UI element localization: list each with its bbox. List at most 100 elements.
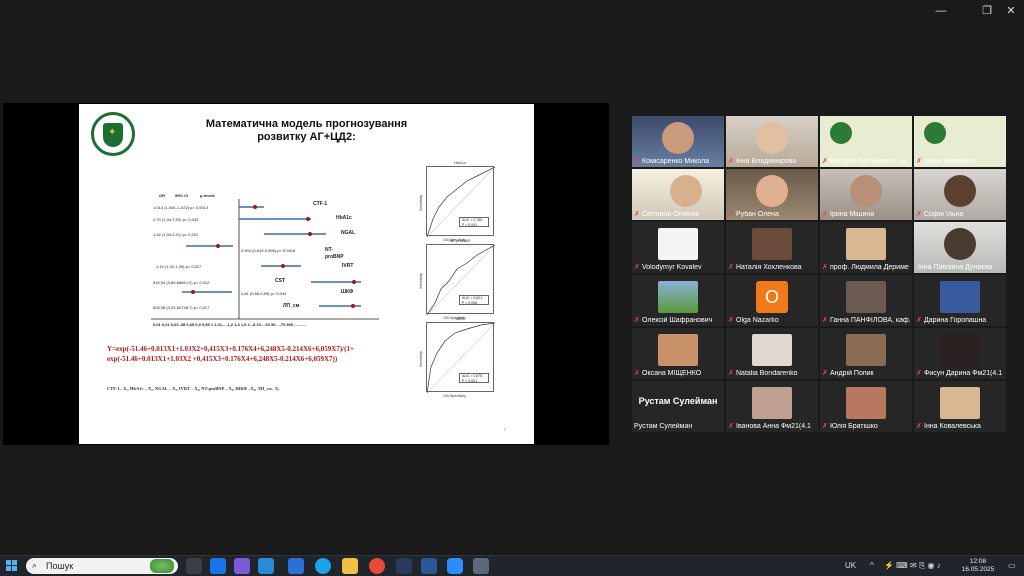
mic-muted-icon: ✗ <box>728 370 734 377</box>
mic-muted-icon: ✗ <box>634 211 640 218</box>
participant-tile[interactable]: ✗ Ганна ПАНФІЛОВА, каф. <box>820 275 912 326</box>
language-indicator[interactable]: UK <box>845 561 856 570</box>
forest-stat: 628,38 (3,02-60748,7) p= 0,017 <box>153 305 210 310</box>
participant-name: Софія Ільна <box>924 211 964 218</box>
mic-muted-icon: ✗ <box>728 211 734 218</box>
mic-muted-icon: ✗ <box>822 211 828 218</box>
participant-tile[interactable]: ✗ Комісаренко Микола <box>632 116 724 167</box>
chrome-icon[interactable] <box>369 558 385 574</box>
mic-muted-icon: ✗ <box>634 264 640 271</box>
mic-muted-icon: ✗ <box>728 423 734 430</box>
word-icon[interactable] <box>421 558 437 574</box>
mic-muted-icon: ✗ <box>728 264 734 271</box>
forest-label: NT-proBNP <box>325 247 344 260</box>
participant-tile[interactable]: ✗ Юлія Братішко <box>820 381 912 432</box>
participant-name: Іванова Анна Фм21(4.1 <box>736 423 811 430</box>
mic-muted-icon: ✗ <box>634 317 640 324</box>
mic-muted-icon: ✗ <box>916 211 922 218</box>
participant-name: Інна Ковалевська <box>924 423 981 430</box>
forest-stat: 0,81 (0,66-0,99) p= 0,043 <box>241 291 287 296</box>
mic-muted-icon: ✗ <box>728 158 734 165</box>
participant-tile[interactable]: ✗ Оксана МІЩЕНКО <box>632 328 724 379</box>
mic-muted-icon: ✗ <box>822 317 828 324</box>
participant-tile[interactable]: ✗ Рубан Олена <box>726 169 818 220</box>
participant-tile[interactable]: ✗ проф. Людмила Дериме <box>820 222 912 273</box>
zoom-icon[interactable] <box>447 558 463 574</box>
mic-muted-icon: ✗ <box>822 370 828 377</box>
participant-name: Ірина Мішина <box>830 211 875 218</box>
forest-label: CTF-1 <box>313 201 328 207</box>
outlook-icon[interactable] <box>210 558 226 574</box>
participant-tile[interactable]: ✗ Інна Ковалевська <box>914 381 1006 432</box>
participant-tile[interactable]: ✗ Світлана Олійник <box>632 169 724 220</box>
participant-tile[interactable]: ✗ Фисун Дарина Фм21(4.1 <box>914 328 1006 379</box>
participant-tile[interactable]: ✗ Олексій Шафранович <box>632 275 724 326</box>
participant-tile[interactable]: ✗ Вікторія Кисличенко, ка <box>820 116 912 167</box>
participant-tile[interactable]: Рустам Сулейман Рустам Сулейман <box>632 381 724 432</box>
notification-icon[interactable]: ▭ <box>1008 561 1016 570</box>
mic-muted-icon: ✗ <box>822 423 828 430</box>
mic-muted-icon: ✗ <box>916 158 922 165</box>
participant-tile[interactable]: ✗ Ірина Мішина <box>820 169 912 220</box>
zoom-meeting-window: — ❐ ✕ ✦ Математична модель прогнозування… <box>0 0 1024 576</box>
forest-stat: 0,904 (0,819-0,996) p= 0,0418 <box>241 248 296 253</box>
mic-muted-icon: ✗ <box>822 158 828 165</box>
participant-name: Olga Nazarko <box>736 317 779 324</box>
tray-icons[interactable]: ⚡ ⌨ ✉ ⎘ ◉ ♪ <box>884 561 941 571</box>
minimize-icon[interactable]: — <box>930 4 952 18</box>
participant-name: Світлана Олійник <box>642 211 699 218</box>
page-number: 7 <box>503 427 506 432</box>
forest-stat: 1,52 (1,04-2,21) p= 0,031 <box>153 232 199 237</box>
participant-tile[interactable]: ✗ Наталія Хохленкова <box>726 222 818 273</box>
mail-icon[interactable] <box>288 558 304 574</box>
participant-name: Вікторія Кисличенко, ка <box>830 158 907 165</box>
copilot-icon[interactable] <box>234 558 250 574</box>
mic-muted-icon: ✗ <box>634 370 640 377</box>
regression-formula: Y=exp(-51.46+0.013X1+1.03X2+0,415X3+0.17… <box>107 345 354 363</box>
roc-title: NT-proBNP <box>449 238 471 243</box>
participant-tile[interactable]: ✗ Ірина Журавель <box>914 116 1006 167</box>
mic-muted-icon: ✗ <box>634 158 640 165</box>
participant-name: Олексій Шафранович <box>642 317 713 324</box>
point-ngal <box>308 232 312 236</box>
participant-tile-active-speaker[interactable]: Інна Павлівна Дунаєва <box>914 222 1006 273</box>
forest-label: IVRT <box>342 263 354 269</box>
participant-name: Рубан Олена <box>736 211 779 218</box>
participant-name: Інна Владимирова <box>736 158 797 165</box>
roc-stats: AUC = 0,785 P < 0,001 <box>459 217 489 227</box>
taskbar-clock[interactable]: 12:08 16.05.2025 <box>958 558 998 574</box>
photos-icon[interactable] <box>258 558 274 574</box>
participant-name: Volodymyr Kovalev <box>642 264 702 271</box>
participant-initial: O <box>756 281 788 313</box>
forest-label: CST <box>275 278 285 284</box>
participant-name: Наталія Хохленкова <box>736 264 802 271</box>
task-view-icon[interactable] <box>186 558 202 574</box>
maximize-icon[interactable]: ❐ <box>976 4 998 18</box>
app-icon[interactable] <box>396 558 412 574</box>
participant-tile[interactable]: O ✗ Olga Nazarko <box>726 275 818 326</box>
close-icon[interactable]: ✕ <box>1000 4 1022 18</box>
chevron-up-icon[interactable]: ^ <box>870 561 874 570</box>
start-button[interactable] <box>6 560 18 572</box>
participant-name: Natalia Bondarenko <box>736 370 798 377</box>
edge-icon[interactable] <box>315 558 331 574</box>
participant-display-name: Рустам Сулейман <box>638 396 718 406</box>
participant-name: Ганна ПАНФІЛОВА, каф. <box>830 317 910 324</box>
participant-tile[interactable]: ✗ Іванова Анна Фм21(4.1 <box>726 381 818 432</box>
app-icon[interactable] <box>473 558 489 574</box>
mic-muted-icon: ✗ <box>916 370 922 377</box>
mic-muted-icon: ✗ <box>822 264 828 271</box>
forest-label: ШКФ <box>341 289 354 295</box>
participant-tile[interactable]: ✗ Андрій Попик <box>820 328 912 379</box>
participant-tile[interactable]: ✗ Volodymyr Kovalev <box>632 222 724 273</box>
participant-tile[interactable]: ✗ Інна Владимирова <box>726 116 818 167</box>
forest-stat: 1,19 (1,02-1,39) p= 0,027 <box>156 264 202 269</box>
taskbar-search[interactable]: ⌕ Пошук <box>26 558 178 574</box>
search-icon: ⌕ <box>32 560 38 570</box>
participant-tile[interactable]: ✗ Natalia Bondarenko <box>726 328 818 379</box>
participant-tile[interactable]: ✗ Софія Ільна <box>914 169 1006 220</box>
participant-tile[interactable]: ✗ Дарина Горопашна <box>914 275 1006 326</box>
file-explorer-icon[interactable] <box>342 558 358 574</box>
participant-name: Комісаренко Микола <box>642 158 709 165</box>
mic-muted-icon: ✗ <box>728 317 734 324</box>
